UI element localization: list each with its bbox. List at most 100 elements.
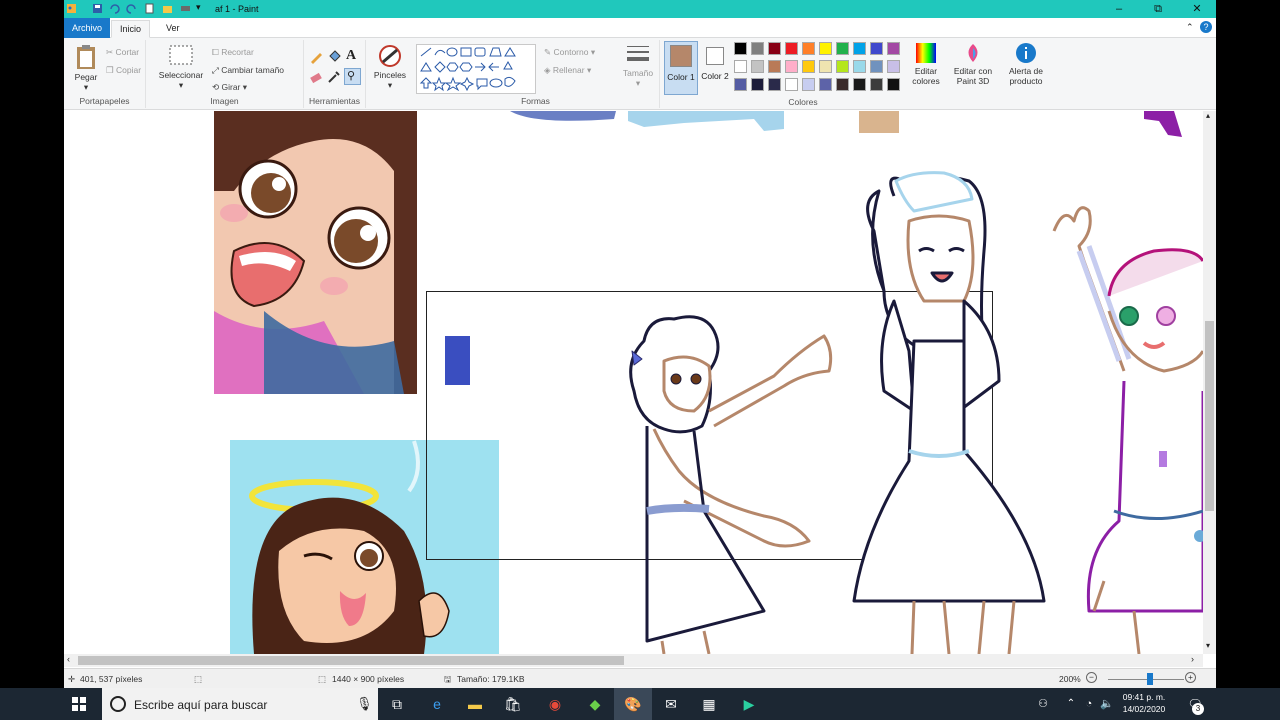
mail-icon[interactable]: ✉ xyxy=(652,688,690,720)
palette-swatch[interactable] xyxy=(785,60,798,73)
scroll-right-icon[interactable]: › xyxy=(1191,654,1194,664)
palette-swatch[interactable] xyxy=(802,78,815,91)
drawing-canvas[interactable] xyxy=(64,111,1203,654)
shapes-gallery[interactable] xyxy=(416,44,536,94)
fill-button[interactable]: ◈ Rellenar ▾ xyxy=(544,65,591,76)
taskbar-search-box[interactable]: Escribe aquí para buscar 🎙 xyxy=(102,688,378,720)
tab-ver[interactable]: Ver xyxy=(158,20,188,38)
palette-swatch[interactable] xyxy=(802,42,815,55)
palette-swatch[interactable] xyxy=(853,78,866,91)
app-icon-green[interactable]: ◆ xyxy=(576,688,614,720)
paint-taskbar-icon[interactable]: 🎨 xyxy=(614,688,652,720)
copy-button[interactable]: ❐ Copiar xyxy=(106,65,141,76)
tab-archivo[interactable]: Archivo xyxy=(64,18,111,38)
zoom-slider-track[interactable] xyxy=(1108,679,1184,680)
calculator-icon[interactable]: ▦ xyxy=(690,688,728,720)
fill-bucket-icon[interactable] xyxy=(327,50,341,64)
text-tool-icon[interactable]: A xyxy=(346,48,356,64)
pencil-icon[interactable] xyxy=(309,50,323,64)
scroll-down-icon[interactable]: ▾ xyxy=(1206,641,1210,650)
palette-swatch[interactable] xyxy=(768,42,781,55)
maximize-button[interactable]: ⧉ xyxy=(1139,0,1177,18)
app-icon-teal[interactable]: ▶ xyxy=(730,688,768,720)
vertical-scrollbar[interactable]: ▴ ▾ xyxy=(1203,111,1216,654)
new-file-icon[interactable] xyxy=(144,3,155,14)
chrome-icon[interactable]: ◉ xyxy=(536,688,574,720)
palette-swatch[interactable] xyxy=(785,42,798,55)
open-file-icon[interactable] xyxy=(162,3,173,14)
save-icon[interactable] xyxy=(92,3,103,14)
canvas-area[interactable] xyxy=(64,111,1203,654)
palette-swatch[interactable] xyxy=(870,78,883,91)
customize-quick-access-icon[interactable]: ▾ xyxy=(196,2,207,13)
palette-swatch[interactable] xyxy=(802,60,815,73)
palette-swatch[interactable] xyxy=(870,42,883,55)
zoom-out-button[interactable]: − xyxy=(1086,672,1097,683)
palette-swatch[interactable] xyxy=(819,78,832,91)
minimize-button[interactable]: – xyxy=(1100,0,1138,18)
resize-button[interactable]: ⤢ Cambiar tamaño xyxy=(212,65,284,76)
palette-swatch[interactable] xyxy=(887,60,900,73)
palette-swatch[interactable] xyxy=(785,78,798,91)
palette-swatch[interactable] xyxy=(734,42,747,55)
palette-swatch[interactable] xyxy=(836,60,849,73)
cut-button[interactable]: ✂ Cortar xyxy=(106,47,139,58)
magnifier-button[interactable]: ⚲ xyxy=(344,68,361,85)
close-button[interactable]: ✕ xyxy=(1178,0,1216,18)
edge-browser-icon[interactable]: e xyxy=(418,688,456,720)
microphone-icon[interactable]: 🎙 xyxy=(356,696,373,712)
paint3d-button[interactable]: Editar con Paint 3D xyxy=(948,42,998,86)
rotate-button[interactable]: ⟲ Girar ▾ xyxy=(212,82,247,93)
paste-dropdown-icon[interactable]: ▾ xyxy=(68,82,104,93)
horizontal-scroll-thumb[interactable] xyxy=(78,656,624,665)
select-button[interactable]: Seleccionar ▾ xyxy=(156,44,206,91)
palette-swatch[interactable] xyxy=(853,42,866,55)
palette-swatch[interactable] xyxy=(887,78,900,91)
edit-colors-button[interactable]: Editar colores xyxy=(908,42,944,86)
magnifier-icon: ⚲ xyxy=(347,70,356,82)
redo-icon[interactable] xyxy=(126,3,137,14)
store-icon[interactable]: 🛍 xyxy=(494,688,532,720)
collapse-ribbon-icon[interactable]: ⌃ xyxy=(1186,22,1194,33)
color1-button[interactable]: Color 1 xyxy=(664,41,698,95)
palette-swatch[interactable] xyxy=(768,60,781,73)
taskbar-clock[interactable]: 09:41 p. m. 14/02/2020 xyxy=(1116,691,1172,715)
palette-swatch[interactable] xyxy=(751,78,764,91)
print-icon[interactable] xyxy=(180,3,191,14)
file-explorer-icon[interactable]: ▬ xyxy=(456,688,494,720)
undo-icon[interactable] xyxy=(109,3,120,14)
palette-swatch[interactable] xyxy=(751,60,764,73)
palette-swatch[interactable] xyxy=(836,42,849,55)
palette-swatch[interactable] xyxy=(853,60,866,73)
color2-button[interactable]: Color 2 xyxy=(700,41,730,95)
scroll-left-icon[interactable]: ‹ xyxy=(67,654,70,664)
zoom-slider-thumb[interactable] xyxy=(1147,673,1153,685)
brushes-dropdown-icon[interactable]: ▾ xyxy=(370,80,410,91)
outline-button[interactable]: ✎ Contorno ▾ xyxy=(544,47,595,58)
color-picker-icon[interactable] xyxy=(327,70,341,84)
help-icon[interactable]: ? xyxy=(1200,21,1212,33)
size-button[interactable]: Tamaño ▾ xyxy=(620,42,656,89)
palette-swatch[interactable] xyxy=(819,60,832,73)
palette-swatch[interactable] xyxy=(768,78,781,91)
paste-button[interactable]: Pegar ▾ xyxy=(68,44,104,93)
crop-button[interactable]: ⧠ Recortar xyxy=(212,47,254,58)
select-dropdown-icon[interactable]: ▾ xyxy=(156,80,206,91)
palette-swatch[interactable] xyxy=(870,60,883,73)
palette-swatch[interactable] xyxy=(734,78,747,91)
tab-inicio[interactable]: Inicio xyxy=(111,20,151,38)
palette-swatch[interactable] xyxy=(819,42,832,55)
palette-swatch[interactable] xyxy=(751,42,764,55)
scroll-up-icon[interactable]: ▴ xyxy=(1206,111,1210,120)
product-alert-button[interactable]: Alerta de producto xyxy=(1002,42,1050,86)
vertical-scroll-thumb[interactable] xyxy=(1205,321,1214,511)
palette-swatch[interactable] xyxy=(887,42,900,55)
eraser-icon[interactable] xyxy=(309,70,323,84)
brushes-button[interactable]: Pinceles ▾ xyxy=(370,44,410,91)
windows-start-icon[interactable] xyxy=(60,688,98,720)
zoom-in-button[interactable]: + xyxy=(1185,672,1196,683)
palette-swatch[interactable] xyxy=(836,78,849,91)
horizontal-scrollbar[interactable]: ‹ › xyxy=(64,654,1203,667)
task-view-icon[interactable]: ⧉ xyxy=(378,688,416,720)
palette-swatch[interactable] xyxy=(734,60,747,73)
